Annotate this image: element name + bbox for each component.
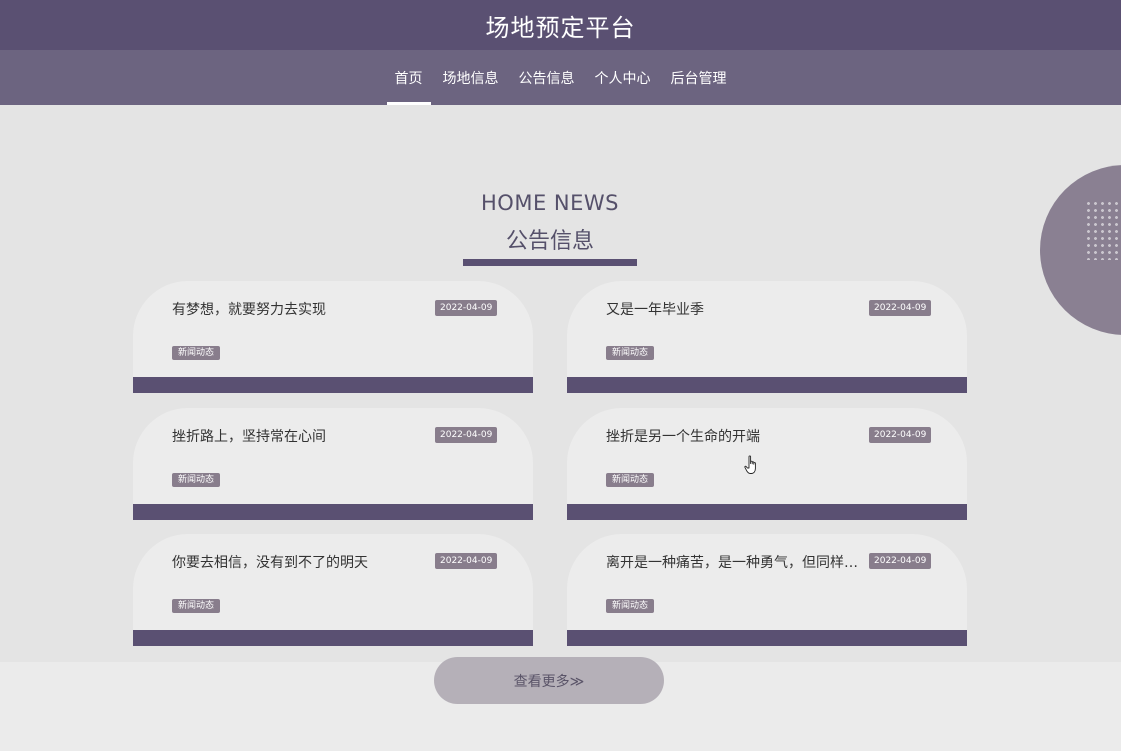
news-card-date: 2022-04-09 bbox=[869, 553, 932, 569]
nav-item-personal-center[interactable]: 个人中心 bbox=[587, 50, 659, 105]
news-card[interactable]: 挫折是另一个生命的开端 2022-04-09 新闻动态 bbox=[567, 408, 967, 520]
news-card-tag: 新闻动态 bbox=[606, 473, 655, 487]
news-card-date: 2022-04-09 bbox=[869, 300, 932, 316]
main-nav: 首页 场地信息 公告信息 个人中心 后台管理 bbox=[0, 50, 1121, 105]
news-card[interactable]: 离开是一种痛苦，是一种勇气，但同样… 2022-04-09 新闻动态 bbox=[567, 534, 967, 646]
news-card[interactable]: 挫折路上，坚持常在心间 2022-04-09 新闻动态 bbox=[133, 408, 533, 520]
view-more-button[interactable]: 查看更多≫ bbox=[434, 657, 664, 704]
news-card[interactable]: 你要去相信，没有到不了的明天 2022-04-09 新闻动态 bbox=[133, 534, 533, 646]
section-title-underline bbox=[463, 259, 637, 266]
news-card-date: 2022-04-09 bbox=[435, 553, 498, 569]
news-card-title[interactable]: 挫折是另一个生命的开端 bbox=[606, 426, 864, 446]
news-card-tag: 新闻动态 bbox=[606, 599, 655, 613]
news-section: HOME NEWS 公告信息 有梦想，就要努力去实现 2022-04-09 新闻… bbox=[0, 105, 1121, 662]
hand-pointer-icon bbox=[744, 455, 756, 474]
news-card-bar bbox=[567, 377, 967, 393]
site-title: 场地预定平台 bbox=[485, 13, 636, 42]
news-card[interactable]: 又是一年毕业季 2022-04-09 新闻动态 bbox=[567, 281, 967, 393]
news-card-bar bbox=[567, 504, 967, 520]
news-card-bar bbox=[133, 630, 533, 646]
news-card-title[interactable]: 你要去相信，没有到不了的明天 bbox=[172, 552, 430, 572]
nav-item-venue-info[interactable]: 场地信息 bbox=[435, 50, 507, 105]
news-card-title[interactable]: 离开是一种痛苦，是一种勇气，但同样… bbox=[606, 552, 864, 572]
section-title-cn: 公告信息 bbox=[505, 229, 594, 254]
news-card-tag: 新闻动态 bbox=[172, 346, 221, 360]
news-card-title[interactable]: 又是一年毕业季 bbox=[606, 299, 864, 319]
news-card-tag: 新闻动态 bbox=[172, 599, 221, 613]
news-card-tag: 新闻动态 bbox=[172, 473, 221, 487]
site-header: 场地预定平台 bbox=[0, 0, 1121, 50]
nav-item-admin[interactable]: 后台管理 bbox=[663, 50, 735, 105]
news-card-date: 2022-04-09 bbox=[869, 427, 932, 443]
news-card-title[interactable]: 挫折路上，坚持常在心间 bbox=[172, 426, 430, 446]
news-card-date: 2022-04-09 bbox=[435, 300, 498, 316]
news-card-title[interactable]: 有梦想，就要努力去实现 bbox=[172, 299, 430, 319]
news-card-date: 2022-04-09 bbox=[435, 427, 498, 443]
nav-item-home[interactable]: 首页 bbox=[386, 50, 431, 105]
news-card-bar bbox=[133, 504, 533, 520]
news-card[interactable]: 有梦想，就要努力去实现 2022-04-09 新闻动态 bbox=[133, 281, 533, 393]
news-card-bar bbox=[567, 630, 967, 646]
section-title-en: HOME NEWS bbox=[481, 191, 619, 215]
nav-item-announcements[interactable]: 公告信息 bbox=[511, 50, 583, 105]
news-card-bar bbox=[133, 377, 533, 393]
news-card-tag: 新闻动态 bbox=[606, 346, 655, 360]
